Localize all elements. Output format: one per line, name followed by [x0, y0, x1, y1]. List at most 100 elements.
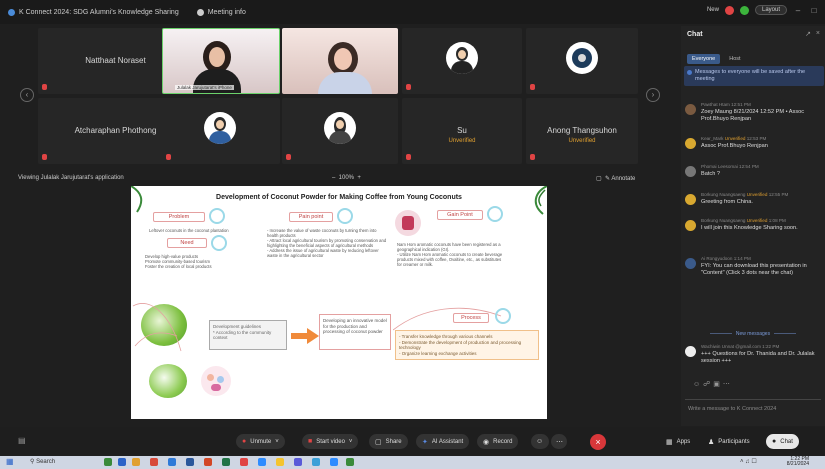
- taskbar-search[interactable]: ⚲ Search: [30, 458, 55, 465]
- chevron-down-icon[interactable]: ˅: [349, 439, 353, 445]
- chat-message[interactable]: Ai Rongyudoon 1:14 PM FYI: You can downl…: [685, 256, 823, 296]
- more-icon: ⋯: [556, 438, 563, 446]
- zoom-control[interactable]: – 100% +: [332, 175, 361, 181]
- taskbar-app-icon[interactable]: [168, 458, 176, 466]
- chat-message[interactable]: Kear_Mark Unverified 12:53 PM Assoc Prof…: [685, 136, 823, 158]
- taskbar-app-icon[interactable]: [312, 458, 320, 466]
- more-icon[interactable]: ⋯: [723, 381, 733, 388]
- taskbar-app-icon[interactable]: [346, 458, 354, 466]
- participant-name: Julalak Jarujutarat's iPhone: [175, 85, 234, 90]
- unmute-button[interactable]: ● Unmute ˅: [236, 434, 285, 449]
- avatar: [685, 166, 696, 177]
- avatar: [204, 112, 236, 144]
- video-tile-active-speaker[interactable]: Julalak Jarujutarat's iPhone: [162, 28, 280, 94]
- windows-taskbar: ▦ ⚲ Search ˄ ♫ ☐ 1:22 PM 8/21/2024: [0, 456, 825, 469]
- chat-notice: Messages to everyone will be saved after…: [684, 66, 824, 86]
- minimize-icon[interactable]: –: [793, 6, 803, 15]
- video-tile[interactable]: Anong Thangsuhon Unverified: [526, 98, 638, 164]
- video-tile[interactable]: [526, 28, 638, 94]
- windows-start-icon[interactable]: ▦: [6, 457, 14, 466]
- apps-button[interactable]: ▦ Apps: [660, 434, 696, 449]
- start-video-button[interactable]: ■ Start video ˅: [302, 434, 359, 449]
- avatar: [685, 194, 696, 205]
- meeting-title-text: K Connect 2024: SDG Alumni's Knowledge S…: [19, 8, 179, 16]
- taskbar-app-icon[interactable]: [104, 458, 112, 466]
- chat-message[interactable]: Borkung Nuangsaeng Unverified 1:08 PM I …: [685, 218, 823, 246]
- apps-icon: ▦: [666, 438, 673, 446]
- taskbar-app-icon[interactable]: [222, 458, 230, 466]
- video-tile[interactable]: [282, 98, 398, 164]
- record-button[interactable]: ◉ Record: [477, 434, 519, 449]
- info-icon: [196, 8, 204, 16]
- participants-button[interactable]: ♟ Participants: [702, 434, 756, 449]
- taskbar-app-icon[interactable]: [276, 458, 284, 466]
- tab-everyone[interactable]: Everyone: [687, 54, 721, 64]
- muted-mic-icon: [530, 84, 535, 90]
- muted-mic-icon: [166, 154, 171, 160]
- video-tile[interactable]: [282, 28, 398, 94]
- info-icon: [687, 70, 692, 75]
- shared-slide: Development of Coconut Powder for Making…: [131, 186, 547, 419]
- chat-button[interactable]: ● Chat: [766, 434, 799, 449]
- chat-message[interactable]: Wachiwin Unnat @gmail.com 1:22 PM +++ Qu…: [685, 344, 823, 372]
- product-image: [395, 210, 421, 236]
- popout-icon[interactable]: ↗: [805, 30, 811, 38]
- taskbar-app-icon[interactable]: [186, 458, 194, 466]
- gallery-next-icon[interactable]: ›: [646, 88, 660, 102]
- chat-tools: ☺☍▣⋯: [693, 380, 733, 388]
- close-icon[interactable]: ×: [816, 30, 820, 37]
- screenshot-icon[interactable]: ▣: [713, 381, 723, 388]
- attach-icon[interactable]: ☍: [703, 381, 713, 388]
- chat-panel: Chat ↗ × Everyone Host Messages to every…: [681, 26, 825, 426]
- muted-mic-icon: [530, 154, 535, 160]
- taskbar-app-icon[interactable]: [240, 458, 248, 466]
- gallery-prev-icon[interactable]: ‹: [20, 88, 34, 102]
- leave-button[interactable]: ×: [590, 434, 606, 450]
- video-tile[interactable]: [162, 98, 280, 164]
- meeting-info-button[interactable]: Meeting info: [196, 8, 246, 16]
- taskbar-app-icon[interactable]: [132, 458, 140, 466]
- muted-mic-icon: [406, 154, 411, 160]
- record-icon: ◉: [483, 438, 490, 446]
- leaf-decoration-icon: [131, 186, 143, 213]
- share-button[interactable]: ▢ Share: [369, 434, 408, 449]
- avatar: [685, 138, 696, 149]
- chevron-down-icon[interactable]: ˅: [275, 439, 279, 445]
- screen-share-bar: Viewing Julalak Jarujutarat's applicatio…: [0, 172, 680, 186]
- taskbar-app-icon[interactable]: [150, 458, 158, 466]
- participants-icon: ♟: [708, 438, 715, 446]
- participant-name: Anong Thangsuhon: [547, 126, 617, 135]
- video-tile[interactable]: [402, 28, 522, 94]
- chat-message[interactable]: Phomai Leesomai 12:54 PM Batch ?: [685, 164, 823, 184]
- tab-host[interactable]: Host: [724, 54, 745, 64]
- chat-message[interactable]: Pawthat Htam 12:51 PM Zoey Maung 8/21/20…: [685, 102, 823, 128]
- system-tray-icons[interactable]: ˄ ♫ ☐: [740, 458, 757, 465]
- unverified-label: Unverified: [568, 138, 596, 144]
- taskbar-app-icon[interactable]: [204, 458, 212, 466]
- reactions-button[interactable]: ☺: [531, 434, 549, 449]
- more-button[interactable]: ⋯: [551, 434, 567, 449]
- ai-assistant-button[interactable]: ✦ AI Assistant: [416, 434, 470, 449]
- captions-icon[interactable]: ▤: [18, 436, 26, 445]
- innovation-model-box: Developing an innovative model for the p…: [319, 314, 391, 350]
- taskbar-clock[interactable]: 1:22 PM 8/21/2024: [787, 457, 809, 467]
- emoji-icon[interactable]: ☺: [693, 381, 703, 388]
- security-icon[interactable]: [739, 5, 749, 15]
- need-label: Need: [167, 238, 207, 248]
- meeting-toolbar: ▤ ● Unmute ˅ ■ Start video ˅ ▢ Share ✦ AI …: [0, 427, 825, 455]
- chat-input[interactable]: Write a message to K Connect 2024: [685, 399, 821, 418]
- record-indicator-icon: [724, 5, 734, 15]
- process-steps-box: - Transfer knowledge through various cha…: [395, 330, 539, 360]
- avatar: [446, 42, 478, 74]
- muted-mic-icon: [286, 154, 291, 160]
- taskbar-app-icon[interactable]: [330, 458, 338, 466]
- layout-button[interactable]: Layout: [754, 5, 787, 15]
- taskbar-zoom-icon[interactable]: [258, 458, 266, 466]
- video-tile[interactable]: Su Unverified: [402, 98, 522, 164]
- chat-message[interactable]: Borkung Nuangsaeng Unverified 12:55 PM G…: [685, 192, 823, 212]
- annotate-button[interactable]: ▢ ✎ Annotate: [596, 175, 635, 182]
- new-button[interactable]: New: [707, 7, 719, 13]
- maximize-icon[interactable]: □: [809, 6, 819, 15]
- taskbar-app-icon[interactable]: [118, 458, 126, 466]
- taskbar-app-icon[interactable]: [294, 458, 302, 466]
